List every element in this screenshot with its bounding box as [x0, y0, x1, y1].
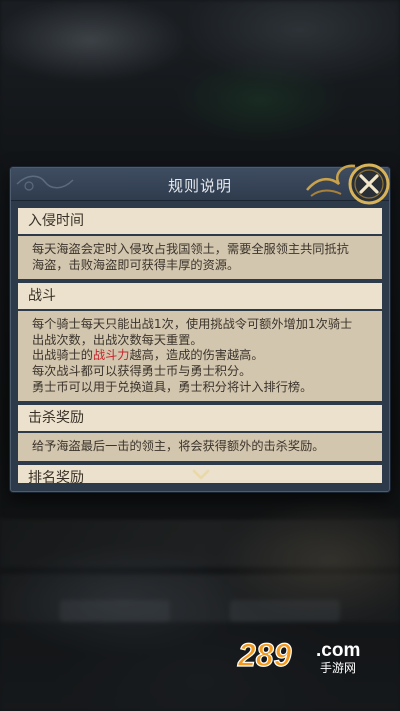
rule-line: 勇士币可以用于兑换道具，勇士积分将计入排行榜。	[32, 379, 313, 394]
logo-suffix: .com	[316, 640, 360, 661]
rule-line: 每个骑士每天只能出战1次，使用挑战令可额外增加1次骑士	[32, 317, 353, 332]
site-logo: 289 .com 手游网	[236, 636, 360, 675]
rule-text: 出战骑士的	[32, 348, 93, 363]
rule-line: 出战次数，出战次数每天重置。	[32, 332, 203, 347]
rules-content[interactable]: 入侵时间 每天海盗会定时入侵攻占我国领土，需要全服领主共同抵抗 海盗，击败海盗即…	[18, 208, 382, 483]
rule-line-highlight: 出战骑士的战斗力越高，造成的伤害越高。	[32, 348, 374, 364]
rule-line: 每次战斗都可以获得勇士币与勇士积分。	[32, 363, 252, 378]
section-body-kill-reward: 给予海盗最后一击的领主，将会获得额外的击杀奖励。	[18, 433, 382, 461]
rules-dialog: 规则说明 入侵时间 每天海盗会定时入侵攻占我国领土，需要全服领主共同抵抗 海盗，…	[10, 163, 390, 492]
rule-line: 给予海盗最后一击的领主，将会获得额外的击杀奖励。	[32, 439, 325, 454]
rule-line: 每天海盗会定时入侵攻占我国领土，需要全服领主共同抵抗	[32, 242, 349, 256]
rule-text: 越高，造成的伤害越高。	[129, 348, 264, 363]
section-heading-kill-reward: 击杀奖励	[18, 405, 382, 432]
close-button[interactable]	[303, 160, 395, 208]
section-heading-invasion-time: 入侵时间	[18, 208, 382, 234]
logo-tagline: 手游网	[320, 661, 356, 675]
logo-number: 289	[237, 637, 292, 673]
chevron-down-icon[interactable]	[191, 468, 211, 482]
section-body-invasion-time: 每天海盗会定时入侵攻占我国领土，需要全服领主共同抵抗 海盗，击败海盗即可获得丰厚…	[18, 236, 382, 280]
section-heading-battle: 战斗	[18, 283, 382, 310]
highlight-text: 战斗力	[92, 348, 130, 363]
section-body-battle: 每个骑士每天只能出战1次，使用挑战令可额外增加1次骑士 出战次数，出战次数每天重…	[18, 311, 382, 402]
rule-line: 海盗，击败海盗即可获得丰厚的资源。	[32, 257, 240, 272]
